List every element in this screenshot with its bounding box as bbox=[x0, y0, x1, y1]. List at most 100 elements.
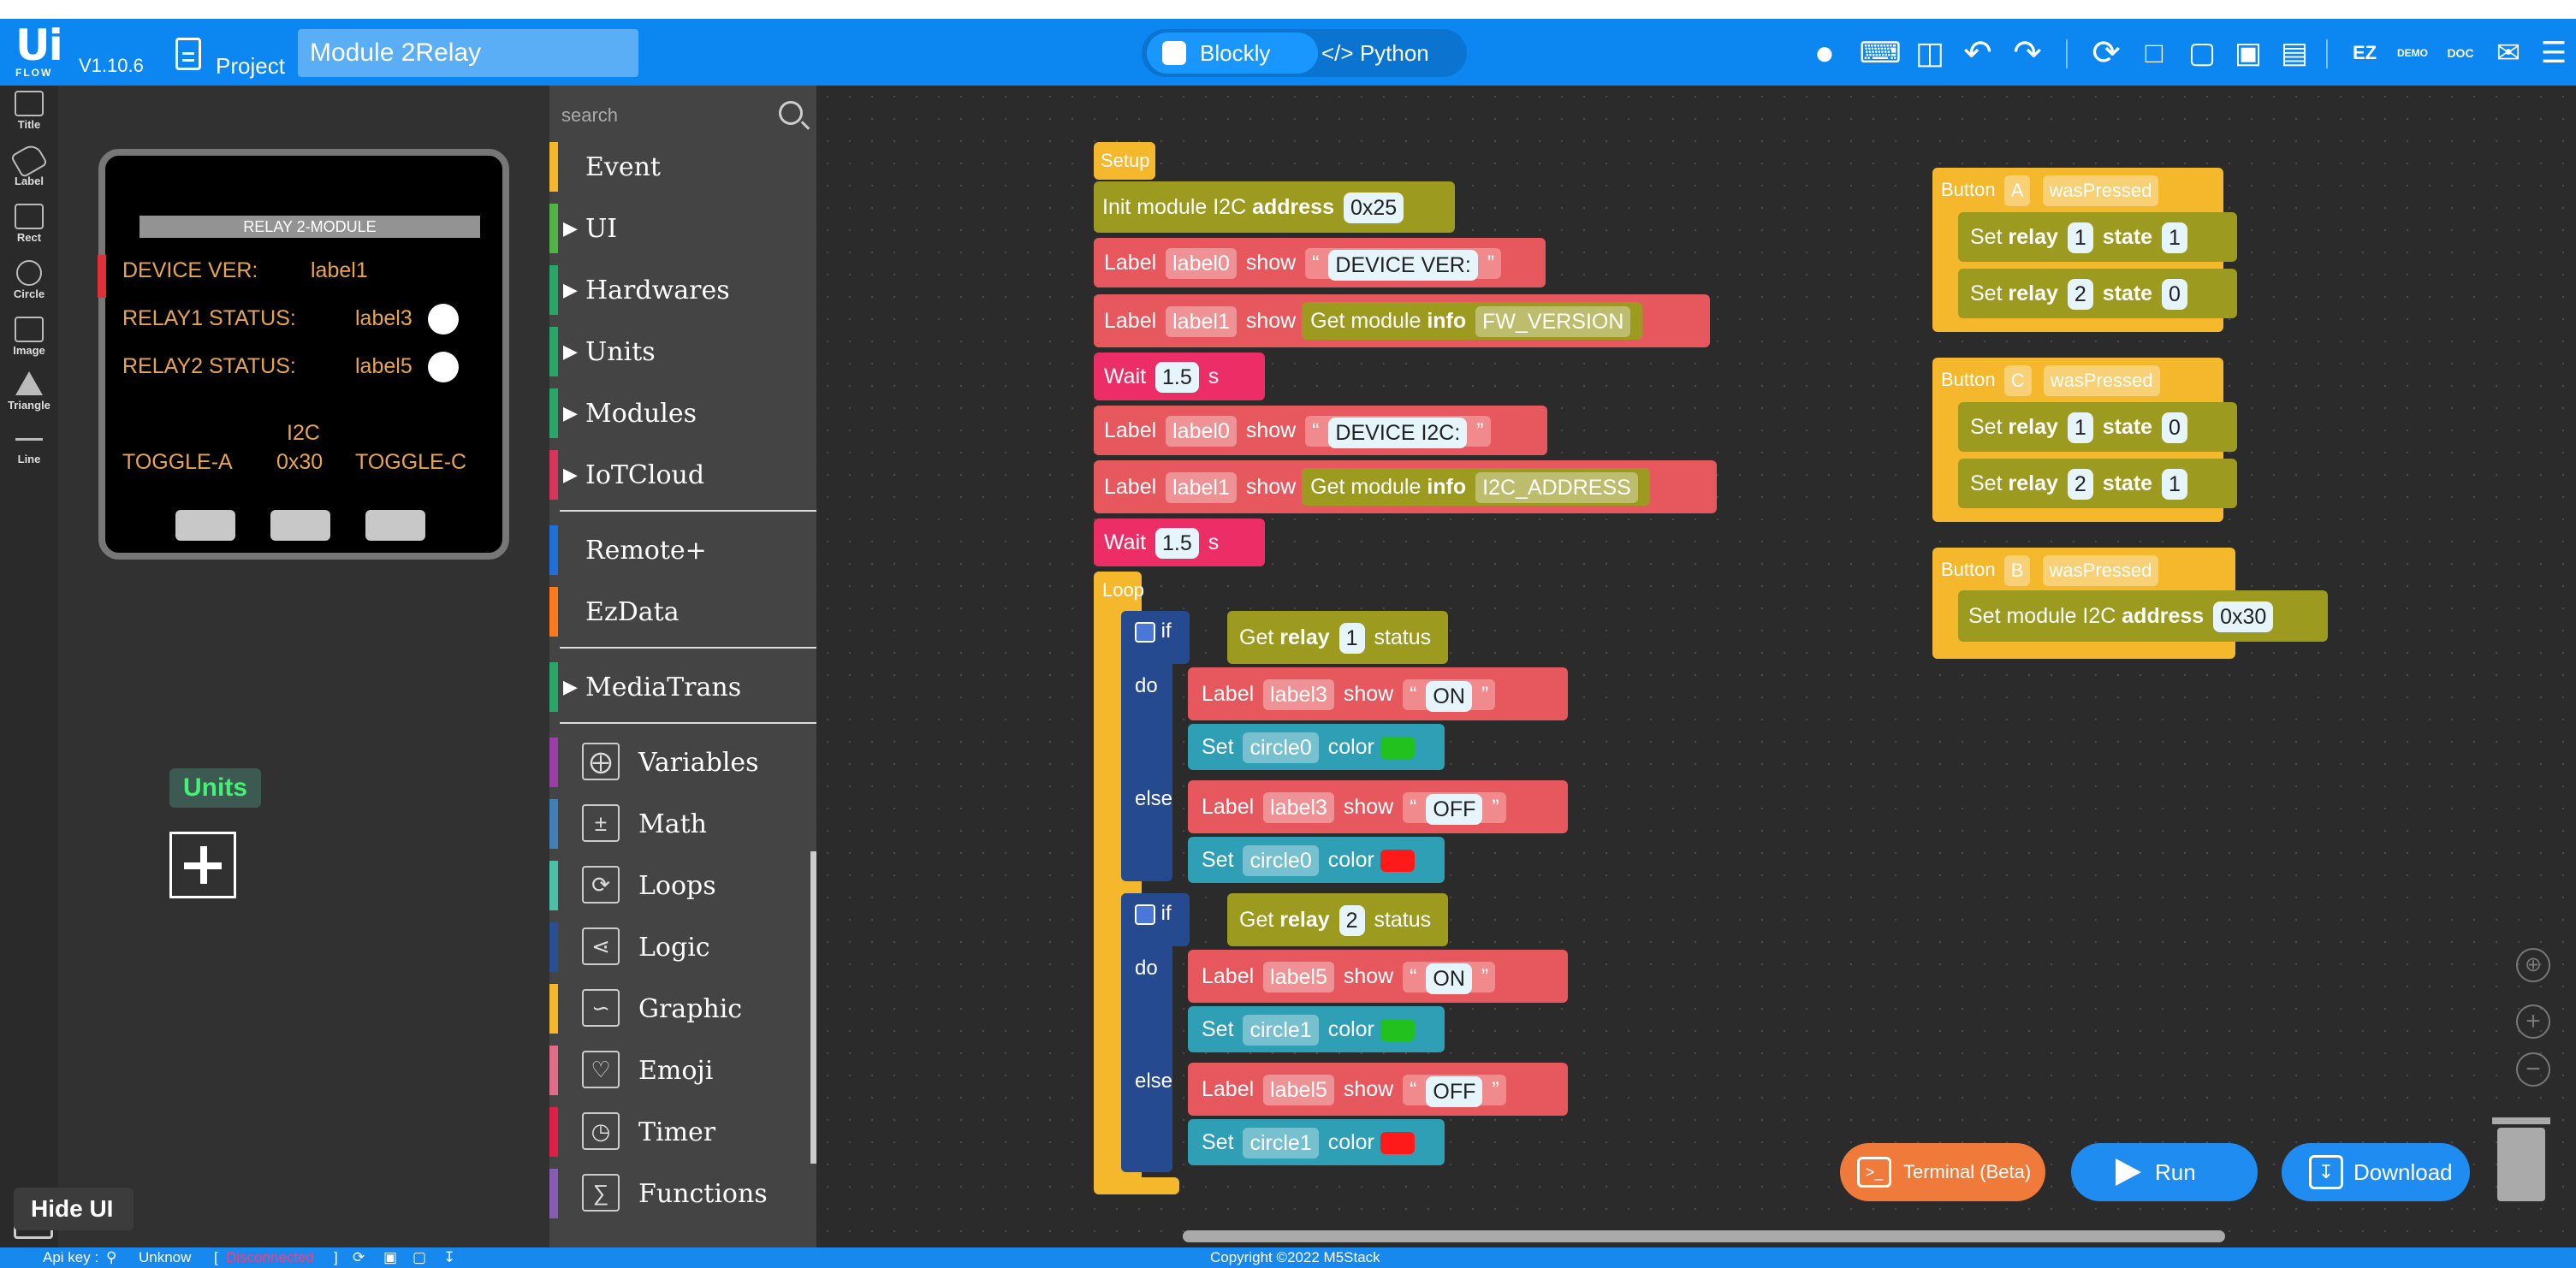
state-field[interactable]: 0 bbox=[2162, 412, 2187, 444]
color-swatch-red[interactable] bbox=[1380, 1132, 1415, 1155]
state-field[interactable]: 1 bbox=[2162, 222, 2187, 254]
category-variables[interactable]: ⨁ Variables bbox=[549, 738, 816, 787]
string-block[interactable]: “ DEVICE I2C: ” bbox=[1305, 416, 1491, 448]
get-module-i2c-block[interactable]: Get module info I2C_ADDRESS bbox=[1302, 468, 1650, 506]
project-icon[interactable] bbox=[175, 38, 201, 70]
ezdata-icon[interactable]: EZ bbox=[2345, 34, 2384, 72]
set-circle1-green[interactable]: Set circle1 color bbox=[1188, 1006, 1445, 1052]
terminal-button[interactable]: >_ Terminal (Beta) bbox=[1840, 1143, 2045, 1201]
tool-title[interactable]: Title bbox=[5, 91, 53, 131]
on-string[interactable]: ON bbox=[1426, 680, 1472, 712]
relay-index-2[interactable]: 2 bbox=[1338, 905, 1365, 937]
blockly-tab[interactable]: Blockly bbox=[1147, 33, 1318, 74]
gear-icon[interactable] bbox=[1135, 904, 1155, 925]
project-name-input[interactable]: Module 2Relay bbox=[298, 29, 638, 77]
new-file-icon[interactable]: □ bbox=[2134, 34, 2174, 72]
tool-rect[interactable]: Rect bbox=[5, 204, 53, 244]
off-string[interactable]: OFF bbox=[1426, 793, 1483, 825]
workspace-horizontal-scrollbar[interactable] bbox=[1183, 1230, 2225, 1242]
label5-on-block[interactable]: Label label5 show “ ON ” bbox=[1188, 950, 1568, 1003]
label3-off-block[interactable]: Label label3 show “ OFF ” bbox=[1188, 780, 1568, 833]
footer-download-icon[interactable]: ↧ bbox=[443, 1247, 455, 1268]
tool-image[interactable]: Image bbox=[5, 317, 53, 357]
button-b-dropdown[interactable]: B bbox=[2003, 555, 2031, 587]
category-ezdata[interactable]: EzData bbox=[549, 587, 816, 637]
run-button[interactable]: Run bbox=[2071, 1143, 2258, 1201]
circle0-dropdown[interactable]: circle0 bbox=[1243, 845, 1319, 877]
color-swatch-green[interactable] bbox=[1380, 1019, 1415, 1042]
python-tab[interactable]: </> Python bbox=[1321, 33, 1429, 74]
footer-folder-icon[interactable]: ▢ bbox=[413, 1247, 426, 1268]
label3-dropdown[interactable]: label3 bbox=[1263, 792, 1334, 824]
set-circle0-green[interactable]: Set circle0 color bbox=[1188, 724, 1445, 770]
was-pressed-dropdown[interactable]: wasPressed bbox=[2042, 555, 2159, 587]
setup-block[interactable]: Setup bbox=[1094, 142, 1155, 180]
label5-dropdown[interactable]: label5 bbox=[1263, 962, 1334, 993]
on-string[interactable]: ON bbox=[1426, 963, 1472, 994]
set-relay2-state1[interactable]: Set relay 2 state 1 bbox=[1958, 459, 2237, 508]
sync-icon[interactable]: ⟳ bbox=[353, 1247, 365, 1268]
device-icon[interactable]: ◫ bbox=[1908, 34, 1951, 72]
category-loops[interactable]: ⟳ Loops bbox=[549, 861, 816, 910]
was-pressed-dropdown[interactable]: wasPressed bbox=[2043, 365, 2160, 397]
screen-label5[interactable]: label5 bbox=[355, 354, 413, 379]
label0-dropdown[interactable]: label0 bbox=[1166, 248, 1237, 280]
gear-icon[interactable] bbox=[1135, 621, 1155, 643]
category-ui[interactable]: ▶ UI bbox=[549, 204, 816, 253]
label5-off-block[interactable]: Label label5 show “ OFF ” bbox=[1188, 1063, 1568, 1116]
category-logic[interactable]: ⋖ Logic bbox=[549, 922, 816, 972]
color-swatch-green[interactable] bbox=[1380, 737, 1415, 760]
save-as-icon[interactable]: ▤ bbox=[2275, 34, 2314, 72]
trash-icon[interactable] bbox=[2492, 1117, 2550, 1201]
category-modules[interactable]: ▶ Modules bbox=[549, 388, 816, 438]
tool-circle[interactable]: Circle bbox=[5, 260, 53, 300]
redo-icon[interactable]: ↷ bbox=[2008, 34, 2047, 72]
relay-field[interactable]: 1 bbox=[2067, 222, 2093, 254]
category-event[interactable]: Event bbox=[549, 142, 816, 192]
circle0-dropdown[interactable]: circle0 bbox=[1243, 732, 1319, 764]
device-button-a[interactable] bbox=[175, 510, 235, 541]
get-module-info-block[interactable]: Get module info FW_VERSION bbox=[1302, 302, 1643, 340]
open-folder-icon[interactable]: ▢ bbox=[2182, 34, 2222, 72]
wait-field[interactable]: 1.5 bbox=[1155, 362, 1199, 394]
label1-show-block[interactable]: Label label1 show Get module info FW_VER… bbox=[1094, 294, 1710, 347]
label1-show-i2c-block[interactable]: Label label1 show Get module info I2C_AD… bbox=[1094, 460, 1717, 513]
category-graphic[interactable]: ∽ Graphic bbox=[549, 984, 816, 1034]
label3-dropdown[interactable]: label3 bbox=[1263, 679, 1334, 711]
search-input[interactable]: search bbox=[561, 104, 618, 127]
off-string[interactable]: OFF bbox=[1426, 1075, 1483, 1107]
set-circle0-red[interactable]: Set circle0 color bbox=[1188, 837, 1445, 883]
user-icon[interactable]: ● bbox=[1807, 34, 1842, 72]
button-c-dropdown[interactable]: C bbox=[2003, 365, 2032, 397]
state-field[interactable]: 1 bbox=[2162, 469, 2187, 501]
label0-show-i2c-block[interactable]: Label label0 show “ DEVICE I2C: ” bbox=[1094, 406, 1547, 455]
wait-block[interactable]: Wait 1.5 s bbox=[1094, 353, 1265, 400]
add-unit-button[interactable] bbox=[169, 832, 236, 898]
circle1-dropdown[interactable]: circle1 bbox=[1243, 1015, 1319, 1046]
relay-field[interactable]: 2 bbox=[2067, 279, 2093, 311]
state-field[interactable]: 0 bbox=[2162, 279, 2187, 311]
label0-dropdown[interactable]: label0 bbox=[1166, 416, 1237, 447]
category-mediatrans[interactable]: ▶ MediaTrans bbox=[549, 662, 816, 712]
string-block[interactable]: “ OFF ” bbox=[1403, 792, 1506, 825]
screen-label4[interactable]: RELAY2 STATUS: bbox=[122, 354, 296, 379]
set-relay2-state0[interactable]: Set relay 2 state 0 bbox=[1958, 269, 2237, 318]
device-i2c-string[interactable]: DEVICE I2C: bbox=[1328, 417, 1468, 448]
category-functions[interactable]: ∑ Functions bbox=[549, 1169, 816, 1218]
device-ver-string[interactable]: DEVICE VER: bbox=[1328, 249, 1478, 281]
get-relay-status-2[interactable]: Get relay 2 status bbox=[1227, 893, 1448, 946]
palette-scrollbar[interactable] bbox=[810, 851, 816, 1164]
set-relay1-state0[interactable]: Set relay 1 state 0 bbox=[1958, 402, 2237, 452]
tool-label[interactable]: Label bbox=[5, 141, 53, 187]
screen-circle0[interactable] bbox=[428, 304, 459, 335]
button-a-dropdown[interactable]: A bbox=[2003, 175, 2031, 207]
string-block[interactable]: “ ON ” bbox=[1403, 962, 1496, 994]
tool-triangle[interactable]: Triangle bbox=[5, 371, 53, 412]
screen-label1[interactable]: label1 bbox=[311, 258, 368, 283]
screen-i2c-label[interactable]: I2C bbox=[287, 421, 320, 446]
fw-version-dropdown[interactable]: FW_VERSION bbox=[1475, 306, 1631, 338]
string-block[interactable]: “ DEVICE VER: ” bbox=[1305, 248, 1502, 281]
screen-title[interactable]: RELAY 2-MODULE bbox=[139, 216, 480, 238]
undo-icon[interactable]: ↶ bbox=[1958, 34, 1997, 72]
wait-block-2[interactable]: Wait 1.5 s bbox=[1094, 518, 1265, 566]
